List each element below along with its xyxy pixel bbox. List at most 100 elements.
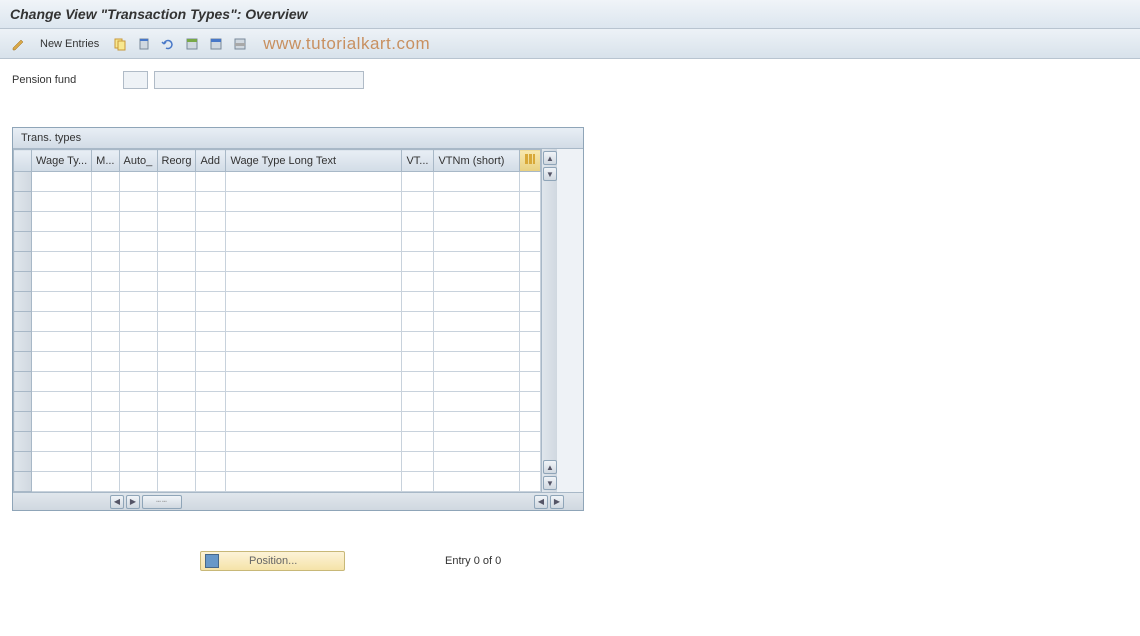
table-row[interactable] bbox=[14, 212, 541, 232]
cell[interactable] bbox=[402, 312, 434, 332]
row-selector[interactable] bbox=[14, 452, 32, 472]
table-row[interactable] bbox=[14, 392, 541, 412]
cell[interactable] bbox=[520, 412, 541, 432]
cell[interactable] bbox=[32, 412, 92, 432]
cell[interactable] bbox=[92, 252, 119, 272]
cell[interactable] bbox=[520, 252, 541, 272]
cell[interactable] bbox=[119, 412, 157, 432]
scroll-page-down-icon[interactable]: ▲ bbox=[543, 460, 557, 474]
cell[interactable] bbox=[32, 312, 92, 332]
cell[interactable] bbox=[32, 292, 92, 312]
cell[interactable] bbox=[157, 392, 196, 412]
cell[interactable] bbox=[119, 272, 157, 292]
scroll-down-icon[interactable]: ▼ bbox=[543, 476, 557, 490]
cell[interactable] bbox=[226, 432, 402, 452]
cell[interactable] bbox=[402, 212, 434, 232]
cell[interactable] bbox=[402, 432, 434, 452]
cell[interactable] bbox=[196, 172, 226, 192]
cell[interactable] bbox=[226, 292, 402, 312]
cell[interactable] bbox=[520, 172, 541, 192]
cell[interactable] bbox=[520, 472, 541, 492]
cell[interactable] bbox=[402, 332, 434, 352]
row-selector[interactable] bbox=[14, 432, 32, 452]
horizontal-scrollbar[interactable]: ◀ ▶ ┄┄ ◀ ▶ bbox=[13, 492, 583, 510]
copy-icon[interactable] bbox=[111, 35, 129, 53]
cell[interactable] bbox=[434, 432, 520, 452]
cell[interactable] bbox=[157, 352, 196, 372]
table-row[interactable] bbox=[14, 412, 541, 432]
cell[interactable] bbox=[32, 272, 92, 292]
row-selector[interactable] bbox=[14, 252, 32, 272]
cell[interactable] bbox=[32, 252, 92, 272]
cell[interactable] bbox=[196, 192, 226, 212]
col-add[interactable]: Add bbox=[196, 150, 226, 172]
cell[interactable] bbox=[119, 352, 157, 372]
col-vt[interactable]: VT... bbox=[402, 150, 434, 172]
col-vtnm-short[interactable]: VTNm (short) bbox=[434, 150, 520, 172]
cell[interactable] bbox=[402, 252, 434, 272]
cell[interactable] bbox=[196, 432, 226, 452]
toggle-edit-icon[interactable] bbox=[10, 35, 28, 53]
cell[interactable] bbox=[32, 352, 92, 372]
cell[interactable] bbox=[226, 452, 402, 472]
new-entries-button[interactable]: New Entries bbox=[34, 38, 105, 50]
cell[interactable] bbox=[119, 332, 157, 352]
cell[interactable] bbox=[119, 172, 157, 192]
cell[interactable] bbox=[196, 232, 226, 252]
cell[interactable] bbox=[157, 412, 196, 432]
cell[interactable] bbox=[157, 212, 196, 232]
cell[interactable] bbox=[196, 392, 226, 412]
cell[interactable] bbox=[32, 372, 92, 392]
cell[interactable] bbox=[92, 232, 119, 252]
row-selector[interactable] bbox=[14, 232, 32, 252]
cell[interactable] bbox=[520, 452, 541, 472]
cell[interactable] bbox=[196, 212, 226, 232]
cell[interactable] bbox=[32, 472, 92, 492]
col-reorg[interactable]: Reorg bbox=[157, 150, 196, 172]
cell[interactable] bbox=[32, 392, 92, 412]
cell[interactable] bbox=[434, 352, 520, 372]
table-row[interactable] bbox=[14, 432, 541, 452]
cell[interactable] bbox=[520, 392, 541, 412]
table-row[interactable] bbox=[14, 292, 541, 312]
vertical-scrollbar[interactable]: ▲ ▼ ▲ ▼ bbox=[541, 149, 557, 492]
cell[interactable] bbox=[226, 192, 402, 212]
cell[interactable] bbox=[32, 172, 92, 192]
cell[interactable] bbox=[520, 192, 541, 212]
cell[interactable] bbox=[157, 472, 196, 492]
cell[interactable] bbox=[226, 172, 402, 192]
cell[interactable] bbox=[119, 432, 157, 452]
cell[interactable] bbox=[157, 432, 196, 452]
cell[interactable] bbox=[226, 392, 402, 412]
row-selector[interactable] bbox=[14, 212, 32, 232]
table-row[interactable] bbox=[14, 452, 541, 472]
cell[interactable] bbox=[119, 292, 157, 312]
cell[interactable] bbox=[402, 452, 434, 472]
cell[interactable] bbox=[520, 372, 541, 392]
row-selector-header[interactable] bbox=[14, 150, 32, 172]
select-block-icon[interactable] bbox=[207, 35, 225, 53]
position-button[interactable]: Position... bbox=[200, 551, 345, 571]
cell[interactable] bbox=[119, 392, 157, 412]
cell[interactable] bbox=[32, 332, 92, 352]
cell[interactable] bbox=[157, 332, 196, 352]
row-selector[interactable] bbox=[14, 332, 32, 352]
cell[interactable] bbox=[196, 372, 226, 392]
cell[interactable] bbox=[434, 292, 520, 312]
row-selector[interactable] bbox=[14, 312, 32, 332]
cell[interactable] bbox=[92, 192, 119, 212]
cell[interactable] bbox=[226, 252, 402, 272]
row-selector[interactable] bbox=[14, 392, 32, 412]
cell[interactable] bbox=[92, 392, 119, 412]
table-row[interactable] bbox=[14, 172, 541, 192]
cell[interactable] bbox=[402, 292, 434, 312]
cell[interactable] bbox=[434, 472, 520, 492]
cell[interactable] bbox=[92, 372, 119, 392]
configure-columns-icon[interactable] bbox=[520, 150, 541, 172]
cell[interactable] bbox=[32, 232, 92, 252]
col-auto[interactable]: Auto_ bbox=[119, 150, 157, 172]
cell[interactable] bbox=[157, 192, 196, 212]
scroll-left-end-icon[interactable]: ◀ bbox=[534, 495, 548, 509]
cell[interactable] bbox=[434, 192, 520, 212]
cell[interactable] bbox=[402, 412, 434, 432]
